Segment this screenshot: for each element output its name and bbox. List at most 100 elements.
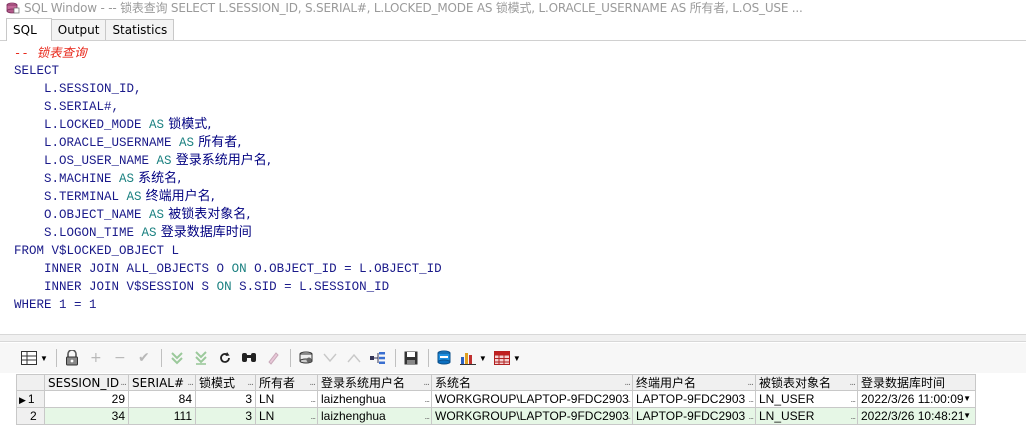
cell-owner[interactable]: LN... bbox=[256, 391, 318, 408]
sql-column-expr: S.MACHINE bbox=[44, 172, 120, 186]
cell-os-user[interactable]: laizhenghua... bbox=[318, 391, 432, 408]
column-header-machine[interactable]: 系统名... bbox=[432, 374, 633, 391]
current-row-indicator-icon: ▶ bbox=[19, 395, 26, 405]
code-line: L.ORACLE_USERNAME AS 所有者, bbox=[14, 134, 1026, 152]
cell-lock-mode[interactable]: 3 bbox=[196, 408, 256, 425]
code-line: L.SESSION_ID, bbox=[14, 80, 1026, 98]
cell-serial[interactable]: 111 bbox=[129, 408, 196, 425]
cell-session-id[interactable]: 29 bbox=[45, 391, 129, 408]
sql-comment: -- 锁表查询 bbox=[14, 45, 87, 60]
sql-editor[interactable]: -- 锁表查询 SELECT L.SESSION_ID, S.SERIAL#, … bbox=[0, 42, 1026, 342]
sql-text: O.OBJECT_ID = L.OBJECT_ID bbox=[246, 262, 442, 276]
table-row[interactable]: 2 34 111 3 LN... laizhenghua... WORKGROU… bbox=[16, 408, 980, 425]
down-icon[interactable] bbox=[319, 347, 341, 369]
code-line: L.OS_USER_NAME AS 登录系统用户名, bbox=[14, 152, 1026, 170]
last-icon[interactable] bbox=[190, 347, 212, 369]
column-header-logon-time[interactable]: 登录数据库时间 bbox=[858, 374, 976, 391]
table-icon[interactable] bbox=[491, 347, 513, 369]
sql-window-icon bbox=[6, 2, 20, 14]
result-toolbar: ▼ + − ✔ ▼ ▼ bbox=[0, 343, 1026, 373]
sql-text: V$SESSION S bbox=[119, 280, 217, 294]
code-line: S.MACHINE AS 系统名, bbox=[14, 170, 1026, 188]
sql-column-expr: L.OS_USER_NAME bbox=[44, 154, 157, 168]
add-icon[interactable]: + bbox=[85, 347, 107, 369]
cell-os-user[interactable]: laizhenghua... bbox=[318, 408, 432, 425]
find-icon[interactable] bbox=[238, 347, 260, 369]
chevron-down-icon[interactable]: ▼ bbox=[513, 354, 521, 363]
explain-icon[interactable] bbox=[367, 347, 389, 369]
toolbar-separator bbox=[289, 349, 291, 367]
sql-keyword: AS bbox=[119, 172, 135, 186]
cell-serial[interactable]: 84 bbox=[129, 391, 196, 408]
sql-keyword: AS bbox=[126, 190, 142, 204]
sql-keyword: AS bbox=[179, 136, 195, 150]
sql-column-alias: 登录数据库时间 bbox=[156, 225, 252, 240]
cell-logon-time[interactable]: 2022/3/26 10:48:21 ▼ bbox=[858, 408, 976, 425]
chevron-down-icon[interactable]: ▼ bbox=[963, 408, 971, 424]
cell-object[interactable]: LN_USER... bbox=[756, 408, 858, 425]
column-header-serial[interactable]: SERIAL#... bbox=[129, 374, 196, 391]
tab-statistics[interactable]: Statistics bbox=[105, 19, 175, 40]
sql-column-expr: S.SERIAL#, bbox=[44, 100, 120, 114]
up-icon[interactable] bbox=[343, 347, 365, 369]
code-line: O.OBJECT_NAME AS 被锁表对象名, bbox=[14, 206, 1026, 224]
sql-column-alias: 所有者, bbox=[194, 135, 242, 150]
grid-icon[interactable] bbox=[18, 347, 40, 369]
code-line: WHERE 1 = 1 bbox=[14, 296, 1026, 314]
code-line: L.LOCKED_MODE AS 锁模式, bbox=[14, 116, 1026, 134]
code-line: FROM V$LOCKED_OBJECT L bbox=[14, 242, 1026, 260]
tab-sql[interactable]: SQL bbox=[6, 18, 52, 41]
column-header-lock-mode[interactable]: 锁模式... bbox=[196, 374, 256, 391]
sql-keyword: AS bbox=[149, 208, 165, 222]
cell-machine[interactable]: WORKGROUP\LAPTOP-9FDC2903... bbox=[432, 391, 633, 408]
remove-icon[interactable]: − bbox=[109, 347, 131, 369]
sql-keyword: ON bbox=[216, 280, 232, 294]
sql-column-alias: 登录系统用户名, bbox=[171, 153, 271, 168]
clear-icon[interactable] bbox=[262, 347, 284, 369]
cell-terminal[interactable]: LAPTOP-9FDC2903... bbox=[633, 408, 756, 425]
cell-terminal[interactable]: LAPTOP-9FDC2903... bbox=[633, 391, 756, 408]
check-icon[interactable]: ✔ bbox=[133, 347, 155, 369]
chevron-down-icon[interactable]: ▼ bbox=[479, 354, 487, 363]
cell-logon-time[interactable]: 2022/3/26 11:00:09 ▼ bbox=[858, 391, 976, 408]
cell-session-id[interactable]: 34 bbox=[45, 408, 129, 425]
sql-keyword: INNER JOIN bbox=[44, 280, 120, 294]
column-header-owner[interactable]: 所有者... bbox=[256, 374, 318, 391]
chart-icon[interactable] bbox=[457, 347, 479, 369]
toolbar-separator bbox=[394, 349, 396, 367]
column-header-object[interactable]: 被锁表对象名... bbox=[756, 374, 858, 391]
row-header[interactable]: ▶ 1 bbox=[16, 391, 45, 408]
query-icon[interactable] bbox=[295, 347, 317, 369]
next-icon[interactable] bbox=[166, 347, 188, 369]
tab-output[interactable]: Output bbox=[50, 19, 107, 40]
result-grid[interactable]: SESSION_ID... SERIAL#... 锁模式... 所有者... 登… bbox=[16, 374, 980, 425]
sql-keyword: SELECT bbox=[14, 64, 60, 78]
column-header-os-user[interactable]: 登录系统用户名... bbox=[318, 374, 432, 391]
cell-machine[interactable]: WORKGROUP\LAPTOP-9FDC2903... bbox=[432, 408, 633, 425]
chevron-down-icon[interactable]: ▼ bbox=[40, 354, 48, 363]
save-icon[interactable] bbox=[400, 347, 422, 369]
row-header[interactable]: 2 bbox=[16, 408, 45, 425]
sql-column-expr: S.TERMINAL bbox=[44, 190, 127, 204]
cell-object[interactable]: LN_USER... bbox=[756, 391, 858, 408]
sql-column-alias: 系统名, bbox=[134, 171, 182, 186]
cell-owner[interactable]: LN... bbox=[256, 408, 318, 425]
column-header-session-id[interactable]: SESSION_ID... bbox=[45, 374, 129, 391]
export-icon[interactable] bbox=[433, 347, 455, 369]
sql-column-expr: L.SESSION_ID, bbox=[44, 82, 142, 96]
cell-lock-mode[interactable]: 3 bbox=[196, 391, 256, 408]
sql-keyword: ON bbox=[231, 262, 247, 276]
sql-column-alias: 被锁表对象名, bbox=[164, 207, 251, 222]
code-line: S.TERMINAL AS 终端用户名, bbox=[14, 188, 1026, 206]
sql-keyword: AS bbox=[156, 154, 172, 168]
column-header-terminal[interactable]: 终端用户名... bbox=[633, 374, 756, 391]
lock-icon[interactable] bbox=[61, 347, 83, 369]
refresh-icon[interactable] bbox=[214, 347, 236, 369]
table-row[interactable]: ▶ 1 29 84 3 LN... laizhenghua... WORKGROU… bbox=[16, 391, 980, 408]
sql-column-alias: 锁模式, bbox=[164, 117, 212, 132]
sql-column-expr: O.OBJECT_NAME bbox=[44, 208, 150, 222]
code-line: SELECT bbox=[14, 62, 1026, 80]
chevron-down-icon[interactable]: ▼ bbox=[963, 391, 971, 407]
pane-splitter[interactable] bbox=[0, 334, 1026, 342]
editor-scrollbar[interactable] bbox=[1017, 42, 1026, 332]
